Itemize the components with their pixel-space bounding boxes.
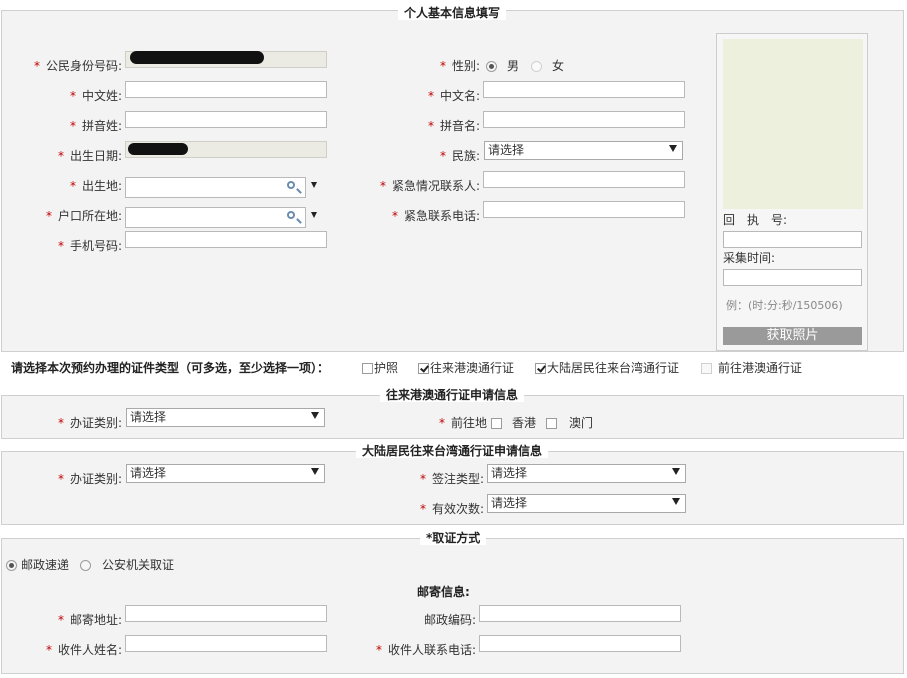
endorse-type-select[interactable]: 请选择	[487, 464, 686, 483]
recipient-name-input[interactable]	[125, 635, 327, 652]
postal-express-radio[interactable]	[6, 560, 17, 571]
search-icon[interactable]	[287, 181, 295, 189]
birthplace-label: * 出生地:	[69, 179, 122, 193]
id-number-redaction	[130, 51, 264, 64]
chevron-down-icon	[672, 468, 680, 475]
get-photo-button[interactable]: 获取照片	[723, 327, 862, 345]
mail-address-input[interactable]	[125, 605, 327, 622]
household-label: * 户口所在地:	[45, 209, 122, 223]
gender-male-label: 男	[507, 59, 520, 73]
gender-female-radio[interactable]	[531, 61, 542, 72]
taiwan-type-label: * 办证类别:	[57, 472, 122, 486]
cert-type-prompt: 请选择本次预约办理的证件类型（可多选，至少选择一项）：	[11, 361, 330, 375]
taiwan-permit-label: 大陆居民往来台湾通行证	[547, 361, 680, 375]
macau-label: 澳门	[569, 416, 594, 430]
postal-code-label: 邮政编码:	[423, 613, 476, 627]
collect-time-example: 例：(时:分:秒/150506)	[726, 299, 843, 312]
hk-macau-legend: 往来港澳通行证申请信息	[380, 388, 525, 402]
mobile-input[interactable]	[125, 231, 327, 248]
passport-checkbox[interactable]	[362, 363, 373, 374]
receipt-number-input[interactable]	[723, 231, 862, 248]
py-given-label: * 拼音名:	[427, 119, 480, 133]
taiwan-permit-checkbox[interactable]	[535, 363, 546, 374]
hk-macau-permit-checkbox[interactable]	[418, 363, 429, 374]
hk-macau-type-select[interactable]: 请选择	[126, 408, 325, 427]
id-number-label: * 公民身份号码:	[33, 59, 122, 73]
recipient-phone-label: * 收件人联系电话:	[375, 643, 476, 657]
macau-checkbox[interactable]	[546, 418, 557, 429]
validity-label: * 有效次数:	[419, 502, 484, 516]
hongkong-label: 香港	[512, 416, 537, 430]
recipient-name-label: * 收件人姓名:	[45, 643, 122, 657]
py-surname-label: * 拼音姓:	[69, 119, 122, 133]
hk-macau-permit-label: 往来港澳通行证	[430, 361, 515, 375]
cn-given-input[interactable]	[483, 81, 685, 98]
emergency-contact-label: * 紧急情况联系人:	[379, 179, 480, 193]
birthplace-dropdown-icon[interactable]	[311, 182, 317, 188]
mail-info-title: 邮寄信息:	[417, 585, 470, 599]
pickup-legend: *取证方式	[420, 531, 487, 545]
ethnicity-select[interactable]: 请选择	[484, 141, 683, 160]
emergency-phone-label: * 紧急联系电话:	[391, 209, 480, 223]
chevron-down-icon	[672, 498, 680, 505]
passport-label: 护照	[374, 361, 399, 375]
to-hk-macau-label: 前往港澳通行证	[718, 361, 803, 375]
cn-surname-input[interactable]	[125, 81, 327, 98]
validity-select[interactable]: 请选择	[487, 494, 686, 513]
hk-macau-type-label: * 办证类别:	[57, 416, 122, 430]
cn-surname-label: * 中文姓:	[69, 89, 122, 103]
gender-label: * 性别:	[439, 59, 480, 73]
household-input[interactable]	[125, 207, 306, 228]
taiwan-legend: 大陆居民往来台湾通行证申请信息	[356, 444, 549, 458]
mail-address-label: * 邮寄地址:	[57, 613, 122, 627]
postal-express-label: 邮政速递	[21, 558, 70, 572]
emergency-phone-input[interactable]	[483, 201, 685, 218]
py-given-input[interactable]	[483, 111, 685, 128]
chevron-down-icon	[311, 412, 319, 419]
household-dropdown-icon[interactable]	[311, 212, 317, 218]
mobile-label: * 手机号码:	[57, 239, 122, 253]
taiwan-type-select[interactable]: 请选择	[126, 464, 325, 483]
destination-label: * 前往地	[438, 416, 487, 430]
py-surname-input[interactable]	[125, 111, 327, 128]
recipient-phone-input[interactable]	[479, 635, 681, 652]
cn-given-label: * 中文名:	[427, 89, 480, 103]
chevron-down-icon	[311, 468, 319, 475]
endorse-type-label: * 签注类型:	[419, 472, 484, 486]
search-icon[interactable]	[287, 211, 295, 219]
page-title: 个人基本信息填写	[398, 6, 507, 20]
birth-date-redaction	[128, 143, 188, 155]
emergency-contact-input[interactable]	[483, 171, 685, 188]
receipt-number-label: 回 执 号:	[723, 213, 788, 227]
to-hk-macau-checkbox[interactable]	[701, 363, 712, 374]
chevron-down-icon	[669, 145, 677, 152]
police-pickup-radio[interactable]	[80, 560, 91, 571]
gender-male-radio[interactable]	[486, 61, 497, 72]
photo-preview	[723, 39, 863, 209]
hongkong-checkbox[interactable]	[491, 418, 502, 429]
ethnicity-label: * 民族:	[439, 149, 480, 163]
collect-time-label: 采集时间:	[723, 251, 776, 265]
birth-date-label: * 出生日期:	[57, 149, 122, 163]
postal-code-input[interactable]	[479, 605, 681, 622]
birthplace-input[interactable]	[125, 177, 306, 198]
collect-time-input[interactable]	[723, 269, 862, 286]
gender-female-label: 女	[552, 59, 565, 73]
police-pickup-label: 公安机关取证	[102, 558, 175, 572]
